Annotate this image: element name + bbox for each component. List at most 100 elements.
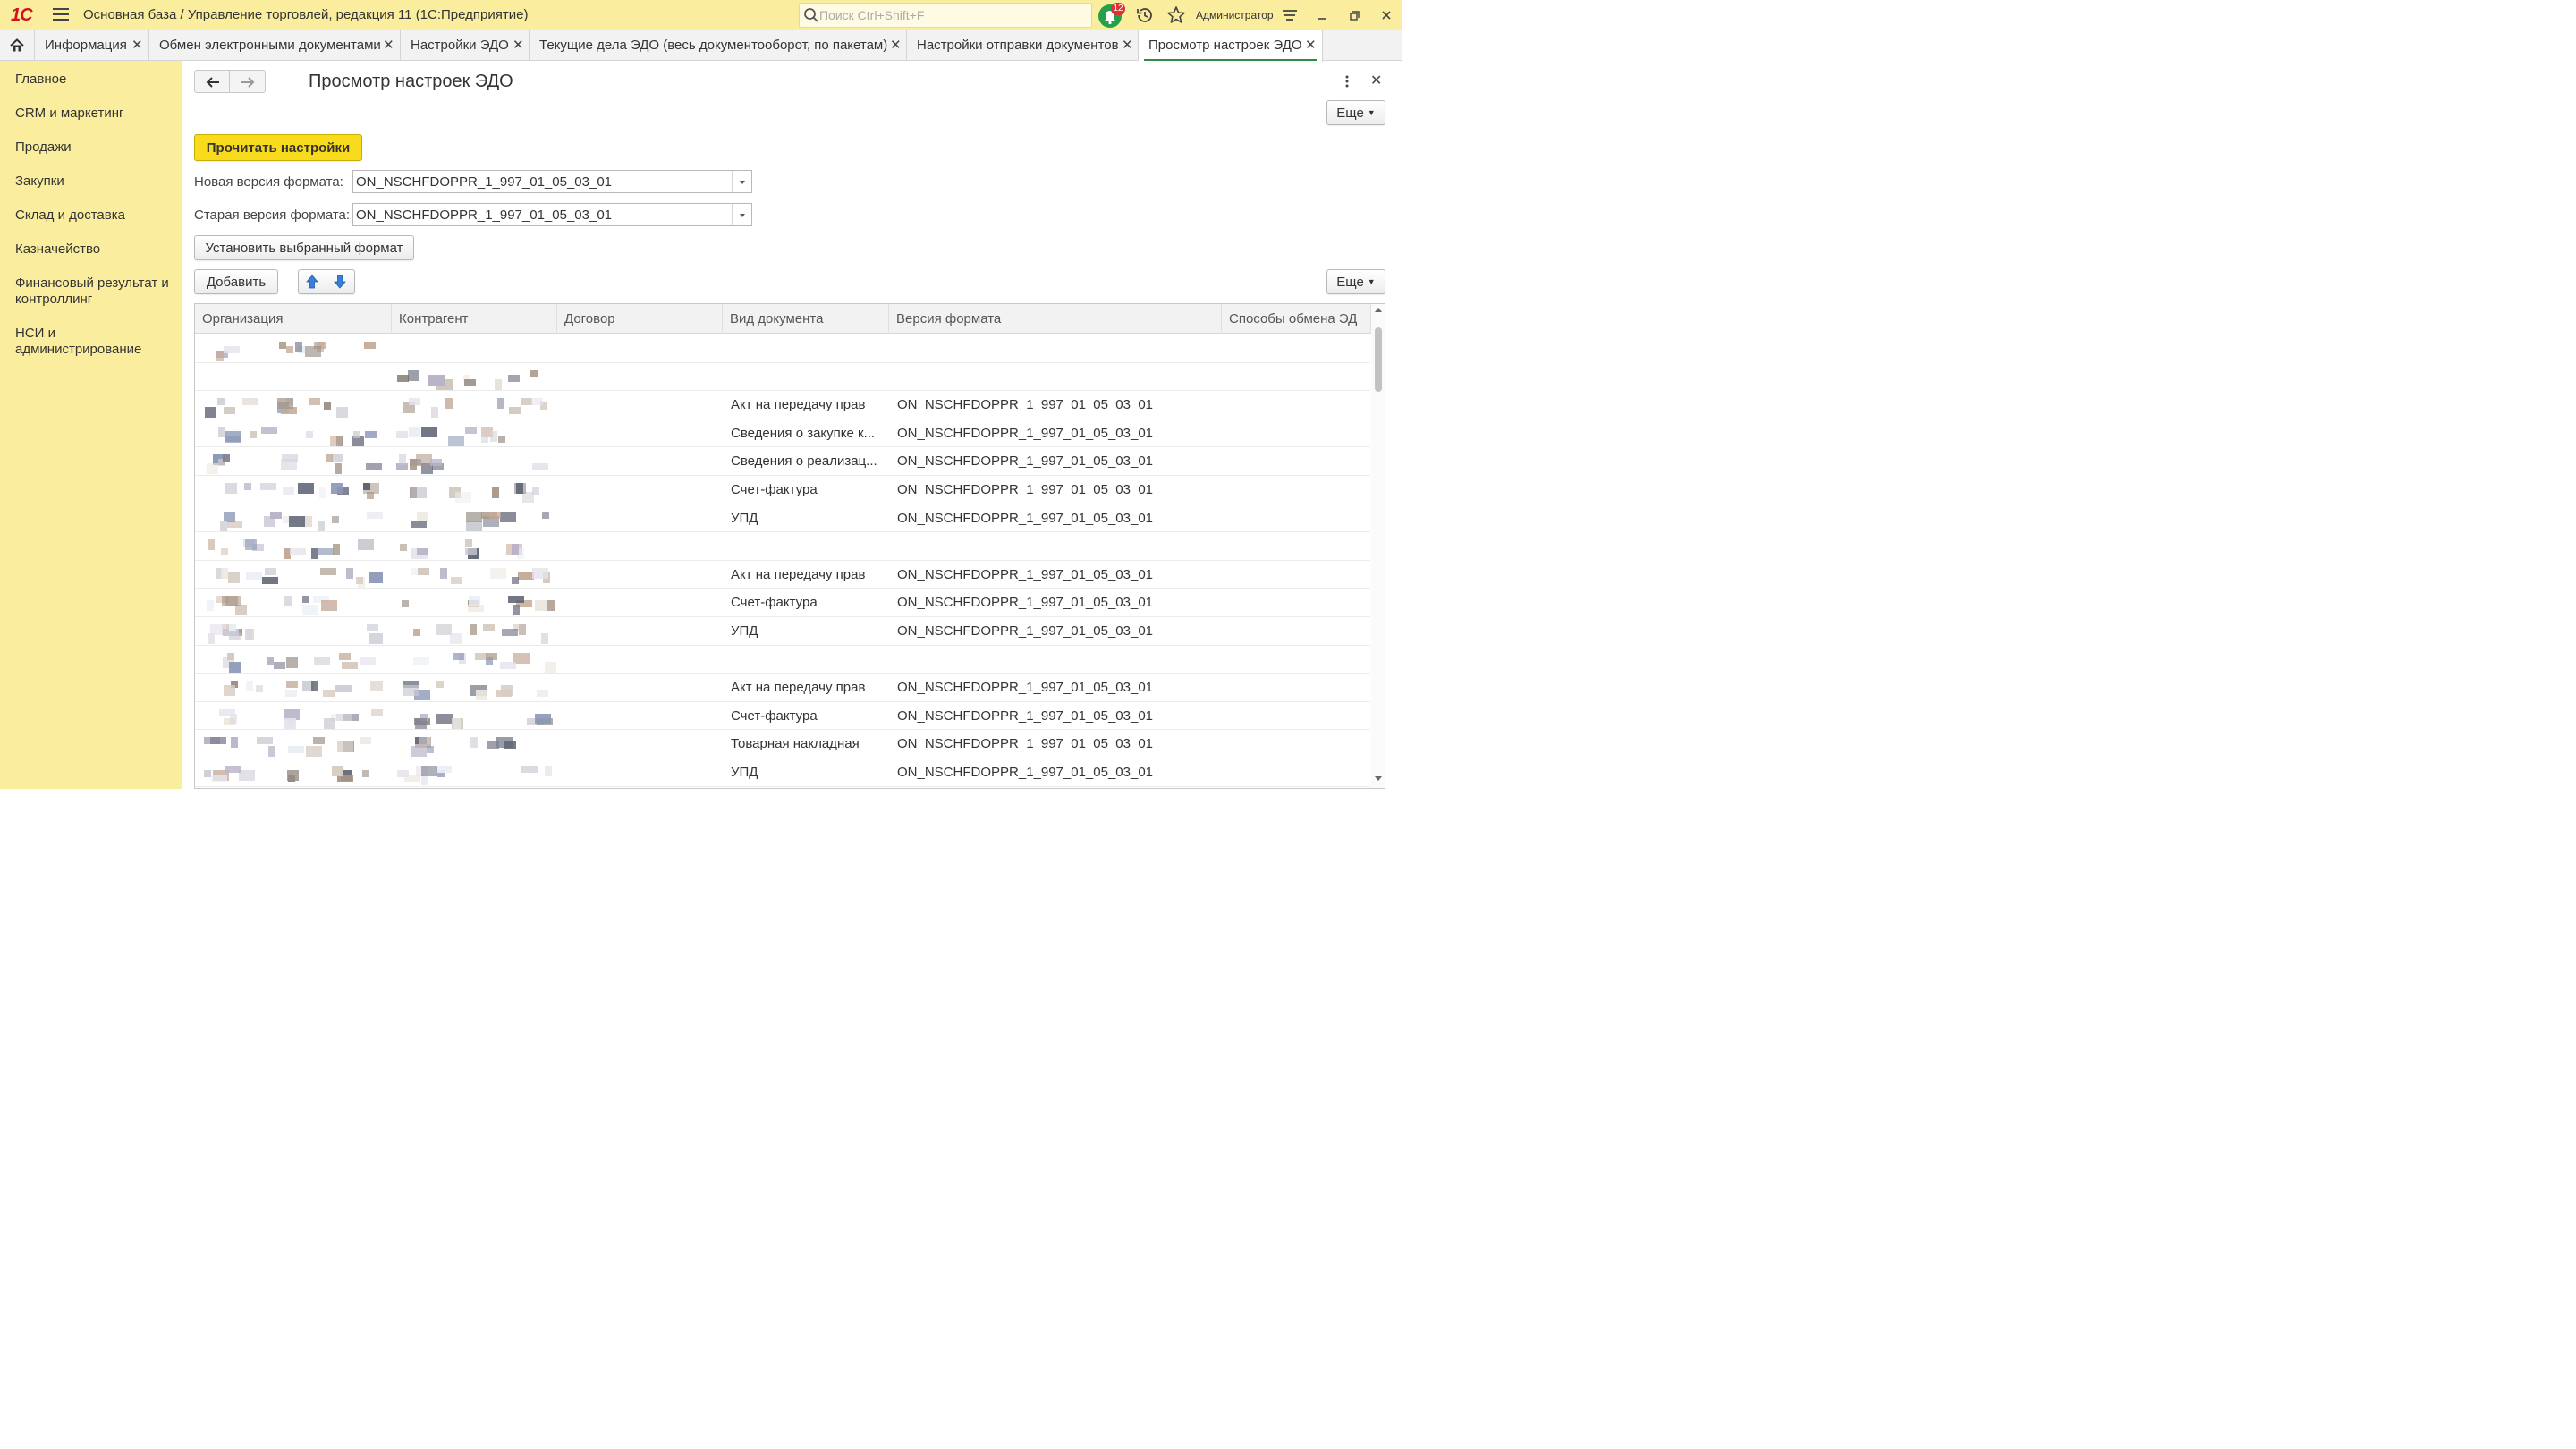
tab-info[interactable]: Информация ✕ <box>35 30 149 61</box>
add-button[interactable]: Добавить <box>194 269 278 294</box>
table-row[interactable]: Сведения о реализац... ON_NSCHFDOPPR_1_99… <box>195 447 1370 476</box>
table-row[interactable] <box>195 532 1370 561</box>
doc-type-cell[interactable]: УПД <box>723 758 889 786</box>
tab-edo-current-tasks[interactable]: Текущие дела ЭДО (весь документооборот, … <box>530 30 907 61</box>
hamburger-icon[interactable] <box>53 8 69 22</box>
sidebar-item-treasury[interactable]: Казначейство <box>15 242 176 258</box>
back-button[interactable] <box>194 70 230 93</box>
format-version-cell[interactable]: ON_NSCHFDOPPR_1_997_01_05_03_01 <box>889 758 1222 786</box>
search-input[interactable] <box>819 6 1088 24</box>
tab-edo-settings[interactable]: Настройки ЭДО ✕ <box>401 30 530 61</box>
maximize-icon[interactable] <box>1343 4 1365 26</box>
table-more-button[interactable]: Еще ▼ <box>1326 269 1385 294</box>
home-tab[interactable] <box>0 30 35 61</box>
close-tab-icon[interactable]: ✕ <box>1122 37 1133 53</box>
format-version-cell[interactable]: ON_NSCHFDOPPR_1_997_01_05_03_01 <box>889 391 1222 419</box>
table-row[interactable] <box>195 363 1370 392</box>
tab-send-settings[interactable]: Настройки отправки документов ✕ <box>907 30 1139 61</box>
format-version-cell[interactable] <box>889 363 1222 391</box>
table-row[interactable]: УПД ON_NSCHFDOPPR_1_997_01_05_03_01 <box>195 504 1370 533</box>
table-row[interactable]: Акт на передачу прав ON_NSCHFDOPPR_1_997_… <box>195 391 1370 419</box>
format-version-cell[interactable]: ON_NSCHFDOPPR_1_997_01_05_03_01 <box>889 561 1222 589</box>
doc-type-cell[interactable] <box>723 335 889 362</box>
column-header-contract[interactable]: Договор <box>557 304 723 334</box>
doc-type-cell[interactable]: УПД <box>723 504 889 532</box>
table-row[interactable]: Сведения о закупке к... ON_NSCHFDOPPR_1_9… <box>195 419 1370 448</box>
doc-type-cell[interactable]: Товарная накладная <box>723 730 889 758</box>
table-row[interactable]: УПД ON_NSCHFDOPPR_1_997_01_05_03_01 <box>195 617 1370 646</box>
format-version-cell[interactable] <box>889 532 1222 560</box>
scroll-thumb[interactable] <box>1375 327 1382 392</box>
move-up-button[interactable] <box>298 269 326 294</box>
forward-button[interactable] <box>230 70 266 93</box>
column-header-organization[interactable]: Организация <box>195 304 392 334</box>
column-header-counterparty[interactable]: Контрагент <box>392 304 557 334</box>
close-icon[interactable] <box>1376 4 1397 26</box>
old-format-select[interactable]: ON_NSCHFDOPPR_1_997_01_05_03_01 <box>352 203 752 226</box>
close-tab-icon[interactable]: ✕ <box>383 37 394 53</box>
format-version-cell[interactable]: ON_NSCHFDOPPR_1_997_01_05_03_01 <box>889 419 1222 447</box>
new-format-select[interactable]: ON_NSCHFDOPPR_1_997_01_05_03_01 <box>352 170 752 193</box>
table-row[interactable] <box>195 646 1370 674</box>
dropdown-arrow-icon[interactable] <box>732 204 751 225</box>
scroll-down-icon[interactable] <box>1375 776 1382 781</box>
search-box[interactable] <box>799 3 1092 28</box>
app-logo[interactable]: 1С <box>11 5 33 26</box>
table-row[interactable]: Счет-фактура ON_NSCHFDOPPR_1_997_01_05_03… <box>195 589 1370 617</box>
scroll-up-icon[interactable] <box>1375 308 1382 312</box>
settings-icon[interactable] <box>1279 4 1301 26</box>
sidebar-item-financial[interactable]: Финансовый результат и контроллинг <box>15 275 176 308</box>
table-row[interactable]: Счет-фактура ON_NSCHFDOPPR_1_997_01_05_03… <box>195 702 1370 731</box>
table-row[interactable] <box>195 335 1370 363</box>
star-icon[interactable] <box>1165 4 1187 26</box>
move-down-button[interactable] <box>326 269 355 294</box>
set-format-button[interactable]: Установить выбранный формат <box>194 235 414 260</box>
doc-type-cell[interactable]: УПД <box>723 617 889 645</box>
doc-type-cell[interactable] <box>723 646 889 674</box>
format-version-cell[interactable]: ON_NSCHFDOPPR_1_997_01_05_03_01 <box>889 617 1222 645</box>
doc-type-cell[interactable]: Акт на передачу прав <box>723 561 889 589</box>
format-version-cell[interactable]: ON_NSCHFDOPPR_1_997_01_05_03_01 <box>889 589 1222 616</box>
sidebar-item-purchases[interactable]: Закупки <box>15 174 176 190</box>
column-header-exchange-methods[interactable]: Способы обмена ЭД <box>1222 304 1371 334</box>
table-row[interactable]: Счет-фактура ON_NSCHFDOPPR_1_997_01_05_03… <box>195 476 1370 504</box>
read-settings-button[interactable]: Прочитать настройки <box>194 134 362 161</box>
more-vertical-icon[interactable] <box>1340 72 1354 90</box>
table-row[interactable]: УПД ON_NSCHFDOPPR_1_997_01_05_03_01 <box>195 758 1370 787</box>
doc-type-cell[interactable] <box>723 363 889 391</box>
sidebar-item-admin[interactable]: НСИ и администрирование <box>15 326 176 358</box>
format-version-cell[interactable]: ON_NSCHFDOPPR_1_997_01_05_03_01 <box>889 674 1222 701</box>
close-tab-icon[interactable]: ✕ <box>131 37 143 53</box>
user-name[interactable]: Администратор <box>1196 9 1274 21</box>
format-version-cell[interactable]: ON_NSCHFDOPPR_1_997_01_05_03_01 <box>889 730 1222 758</box>
format-version-cell[interactable]: ON_NSCHFDOPPR_1_997_01_05_03_01 <box>889 702 1222 730</box>
sidebar-item-crm[interactable]: CRM и маркетинг <box>15 106 176 122</box>
doc-type-cell[interactable] <box>723 532 889 560</box>
vertical-scrollbar[interactable] <box>1371 304 1385 788</box>
sidebar-item-sales[interactable]: Продажи <box>15 140 176 156</box>
format-version-cell[interactable]: ON_NSCHFDOPPR_1_997_01_05_03_01 <box>889 476 1222 504</box>
table-row[interactable]: Акт на передачу прав ON_NSCHFDOPPR_1_997_… <box>195 561 1370 589</box>
column-header-doc-type[interactable]: Вид документа <box>723 304 889 334</box>
history-icon[interactable] <box>1134 4 1156 26</box>
settings-table[interactable]: Организация Контрагент Договор Вид докум… <box>194 303 1385 789</box>
doc-type-cell[interactable]: Сведения о реализац... <box>723 447 889 475</box>
notifications-button[interactable]: 12 <box>1098 3 1125 28</box>
close-form-icon[interactable]: ✕ <box>1370 72 1385 89</box>
close-tab-icon[interactable]: ✕ <box>890 37 902 53</box>
doc-type-cell[interactable]: Акт на передачу прав <box>723 391 889 419</box>
format-version-cell[interactable]: ON_NSCHFDOPPR_1_997_01_05_03_01 <box>889 504 1222 532</box>
doc-type-cell[interactable]: Акт на передачу прав <box>723 674 889 701</box>
sidebar-item-main[interactable]: Главное <box>15 72 176 88</box>
tab-edo-exchange[interactable]: Обмен электронными документами ✕ <box>149 30 401 61</box>
table-row[interactable]: Акт на передачу прав ON_NSCHFDOPPR_1_997_… <box>195 674 1370 702</box>
doc-type-cell[interactable]: Счет-фактура <box>723 476 889 504</box>
doc-type-cell[interactable]: Счет-фактура <box>723 589 889 616</box>
minimize-icon[interactable] <box>1311 4 1333 26</box>
format-version-cell[interactable]: ON_NSCHFDOPPR_1_997_01_05_03_01 <box>889 447 1222 475</box>
table-row[interactable]: Товарная накладная ON_NSCHFDOPPR_1_997_01… <box>195 730 1370 758</box>
doc-type-cell[interactable]: Сведения о закупке к... <box>723 419 889 447</box>
tab-view-edo-settings[interactable]: Просмотр настроек ЭДО ✕ <box>1139 30 1323 62</box>
close-tab-icon[interactable]: ✕ <box>1305 37 1317 53</box>
format-version-cell[interactable] <box>889 646 1222 674</box>
